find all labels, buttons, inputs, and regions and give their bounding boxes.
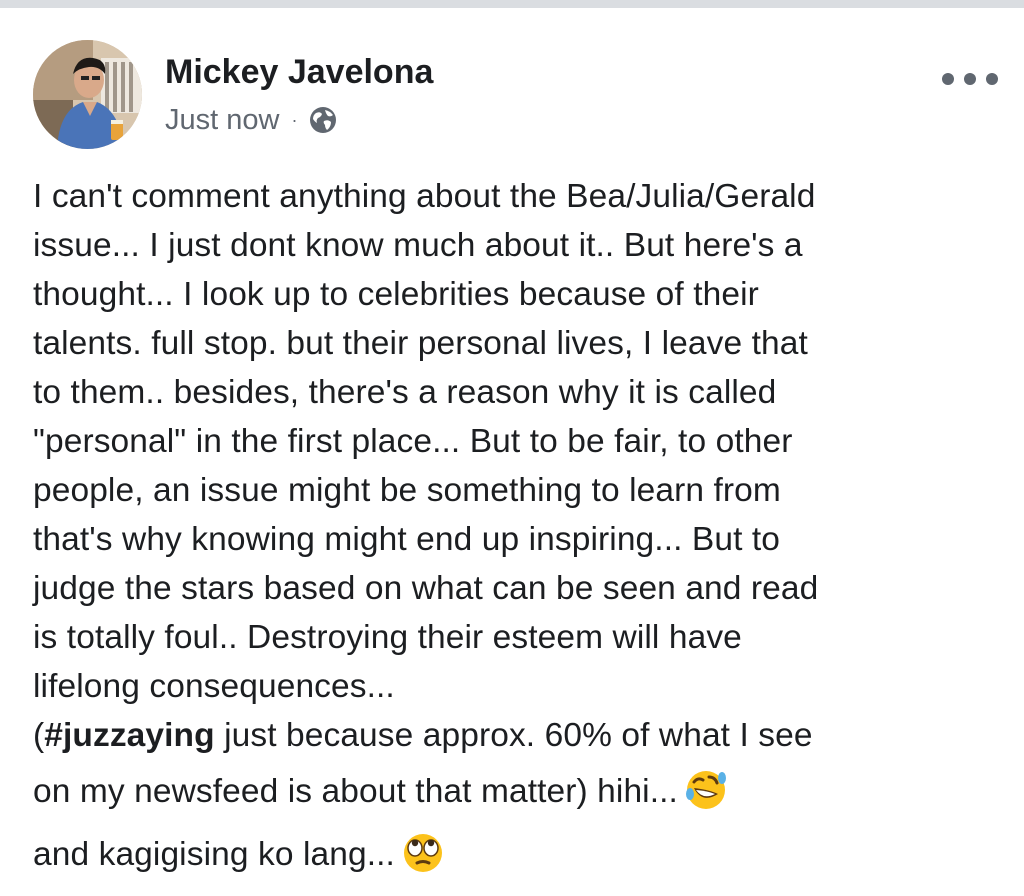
hashtag-link[interactable]: #juzzaying (44, 717, 214, 754)
post-text-line-emoji: on my newsfeed is about that matter) hih… (33, 760, 993, 823)
post-text-line: judge the stars based on what can be see… (33, 570, 819, 607)
post-text-segment: and kagigising ko lang... (33, 836, 395, 873)
post-timestamp[interactable]: Just now (165, 104, 279, 137)
post-text-line-emoji: and kagigising ko lang... (33, 823, 993, 886)
post-text-line: to them.. besides, there's a reason why … (33, 374, 777, 411)
post-text-line: talents. full stop. but their personal l… (33, 325, 808, 362)
post-text-line: "personal" in the first place... But to … (33, 423, 793, 460)
meta-separator: · (291, 110, 298, 130)
post-text-line: lifelong consequences... (33, 668, 395, 705)
avatar[interactable] (33, 40, 142, 149)
post-text-line-hashtag: (#juzzaying just because approx. 60% of … (33, 711, 993, 760)
feed-separator (0, 0, 1024, 8)
post-text-line: I can't comment anything about the Bea/J… (33, 178, 816, 215)
eye-roll-emoji-icon (401, 831, 445, 875)
more-options-icon (942, 73, 954, 85)
more-options-button[interactable] (942, 64, 998, 94)
post-body: I can't comment anything about the Bea/J… (33, 172, 993, 886)
post-text-line: is totally foul.. Destroying their estee… (33, 619, 742, 656)
author-name[interactable]: Mickey Javelona (165, 52, 433, 92)
post-text-line: thought... I look up to celebrities beca… (33, 276, 759, 313)
post-text-segment: on my newsfeed is about that matter) hih… (33, 773, 678, 810)
paren-open: ( (33, 717, 45, 754)
post-meta: Just now · (165, 100, 339, 140)
facebook-post: Mickey Javelona Just now · I can't comme… (0, 8, 1024, 888)
laughing-emoji-icon (684, 768, 728, 812)
post-header: Mickey Javelona Just now · (0, 8, 1024, 158)
avatar-photo (33, 40, 142, 149)
hashtag-line-text: just because approx. 60% of what I see (214, 717, 813, 754)
globe-icon[interactable] (307, 104, 339, 136)
post-text-line: people, an issue might be something to l… (33, 472, 781, 509)
post-text-line: that's why knowing might end up inspirin… (33, 521, 781, 558)
post-text-line: issue... I just dont know much about it.… (33, 227, 803, 264)
